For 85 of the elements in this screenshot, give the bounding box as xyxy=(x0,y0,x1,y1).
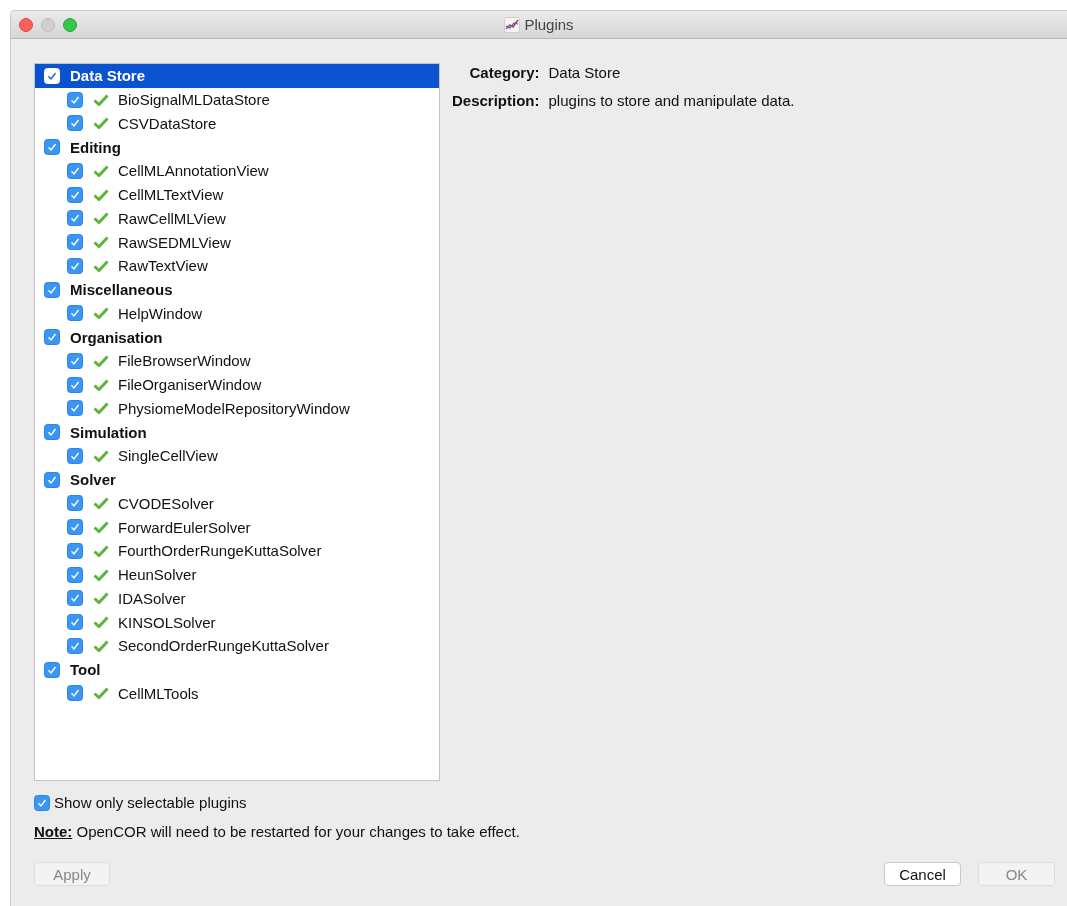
category-row[interactable]: Simulation xyxy=(35,420,439,444)
plugin-name[interactable]: SecondOrderRungeKuttaSolver xyxy=(118,637,329,655)
checkbox[interactable] xyxy=(67,685,83,702)
checkbox[interactable] xyxy=(67,637,83,654)
window-title: Plugins xyxy=(524,16,574,33)
plugin-name[interactable]: CellMLAnnotationView xyxy=(118,162,269,180)
checkbox[interactable] xyxy=(44,139,60,156)
category-row[interactable]: Solver xyxy=(35,467,439,492)
check-icon xyxy=(93,378,109,391)
checkbox[interactable] xyxy=(67,305,83,322)
checkbox[interactable] xyxy=(67,234,83,251)
plugin-name[interactable]: PhysiomeModelRepositoryWindow xyxy=(118,399,350,417)
checkbox[interactable] xyxy=(67,162,83,179)
plugin-name[interactable]: CellMLTextView xyxy=(118,186,224,204)
plugin-name[interactable]: RawSEDMLView xyxy=(118,233,231,251)
checkbox[interactable] xyxy=(67,519,83,536)
checkbox[interactable] xyxy=(67,376,83,393)
check-icon xyxy=(93,592,109,605)
check-icon xyxy=(93,449,109,462)
category-row[interactable]: Organisation xyxy=(35,325,439,349)
checkbox[interactable] xyxy=(67,91,83,108)
check-icon xyxy=(93,188,109,201)
check-icon xyxy=(93,259,109,272)
close-button[interactable] xyxy=(19,17,33,32)
checkbox[interactable] xyxy=(44,281,60,298)
check-icon xyxy=(93,568,109,581)
plugin-name[interactable]: CVODESolver xyxy=(118,494,214,512)
check-icon xyxy=(93,164,109,177)
checkbox[interactable] xyxy=(67,186,83,203)
detail-label: Description: xyxy=(452,92,540,109)
plugin-name[interactable]: FileOrganiserWindow xyxy=(118,376,262,394)
check-icon xyxy=(93,497,109,510)
check-icon xyxy=(93,616,109,629)
plugin-name[interactable]: RawTextView xyxy=(118,257,208,275)
detail-label: Category: xyxy=(468,64,540,81)
plugin-name[interactable]: FourthOrderRungeKuttaSolver xyxy=(118,542,322,560)
plugin-name[interactable]: IDASolver xyxy=(118,589,186,607)
plugin-name[interactable]: RawCellMLView xyxy=(118,209,226,227)
category-row[interactable]: Tool xyxy=(35,657,439,682)
checkbox[interactable] xyxy=(67,447,83,464)
check-icon xyxy=(93,117,109,130)
checkbox[interactable] xyxy=(44,329,60,346)
app-icon xyxy=(504,16,521,33)
category-row[interactable]: Editing xyxy=(35,135,439,159)
checkbox[interactable] xyxy=(44,471,60,488)
checkbox[interactable] xyxy=(67,115,83,132)
plugin-name[interactable]: CellMLTools xyxy=(118,684,199,702)
plugin-name[interactable]: BioSignalMLDataStore xyxy=(118,91,270,109)
checkbox-label[interactable]: Show only selectable plugins xyxy=(54,794,247,811)
check-icon xyxy=(93,212,109,225)
detail-value: plugins to store and manipulate data. xyxy=(548,92,795,109)
check-icon xyxy=(93,236,109,249)
checkbox[interactable] xyxy=(67,210,83,227)
plugin-name[interactable]: ForwardEulerSolver xyxy=(118,518,251,536)
check-icon xyxy=(93,521,109,534)
checkbox[interactable] xyxy=(67,614,83,631)
plugin-name[interactable]: CSVDataStore xyxy=(118,114,217,132)
checkbox[interactable] xyxy=(67,352,83,369)
checkbox[interactable] xyxy=(34,794,50,811)
checkbox[interactable] xyxy=(67,257,83,274)
plugin-name[interactable]: HeunSolver xyxy=(118,566,197,584)
dialog-button[interactable]: Cancel xyxy=(884,862,961,886)
checkbox[interactable] xyxy=(44,661,60,678)
check-icon xyxy=(93,402,109,415)
check-icon xyxy=(93,639,109,652)
check-icon xyxy=(93,687,109,700)
check-icon xyxy=(93,354,109,367)
plugin-name[interactable]: HelpWindow xyxy=(118,304,203,322)
check-icon xyxy=(93,93,109,106)
category-row[interactable]: Data Store xyxy=(35,64,439,88)
checkbox[interactable] xyxy=(67,566,83,583)
check-icon xyxy=(93,307,109,320)
zoom-button[interactable] xyxy=(63,17,77,32)
plugin-name[interactable]: KINSOLSolver xyxy=(118,613,216,631)
checkbox[interactable] xyxy=(67,495,83,512)
checkbox[interactable] xyxy=(67,590,83,607)
checkbox[interactable] xyxy=(67,400,83,417)
checkbox[interactable] xyxy=(44,424,60,441)
plugin-name[interactable]: FileBrowserWindow xyxy=(118,352,251,370)
plugin-name[interactable]: SingleCellView xyxy=(118,447,218,465)
check-icon xyxy=(93,544,109,557)
checkbox[interactable] xyxy=(67,542,83,559)
note-text: Note: OpenCOR will need to be restarted for your changes to take effect. xyxy=(34,823,521,840)
detail-value: Data Store xyxy=(548,64,622,81)
category-row[interactable]: Miscellaneous xyxy=(35,277,439,302)
